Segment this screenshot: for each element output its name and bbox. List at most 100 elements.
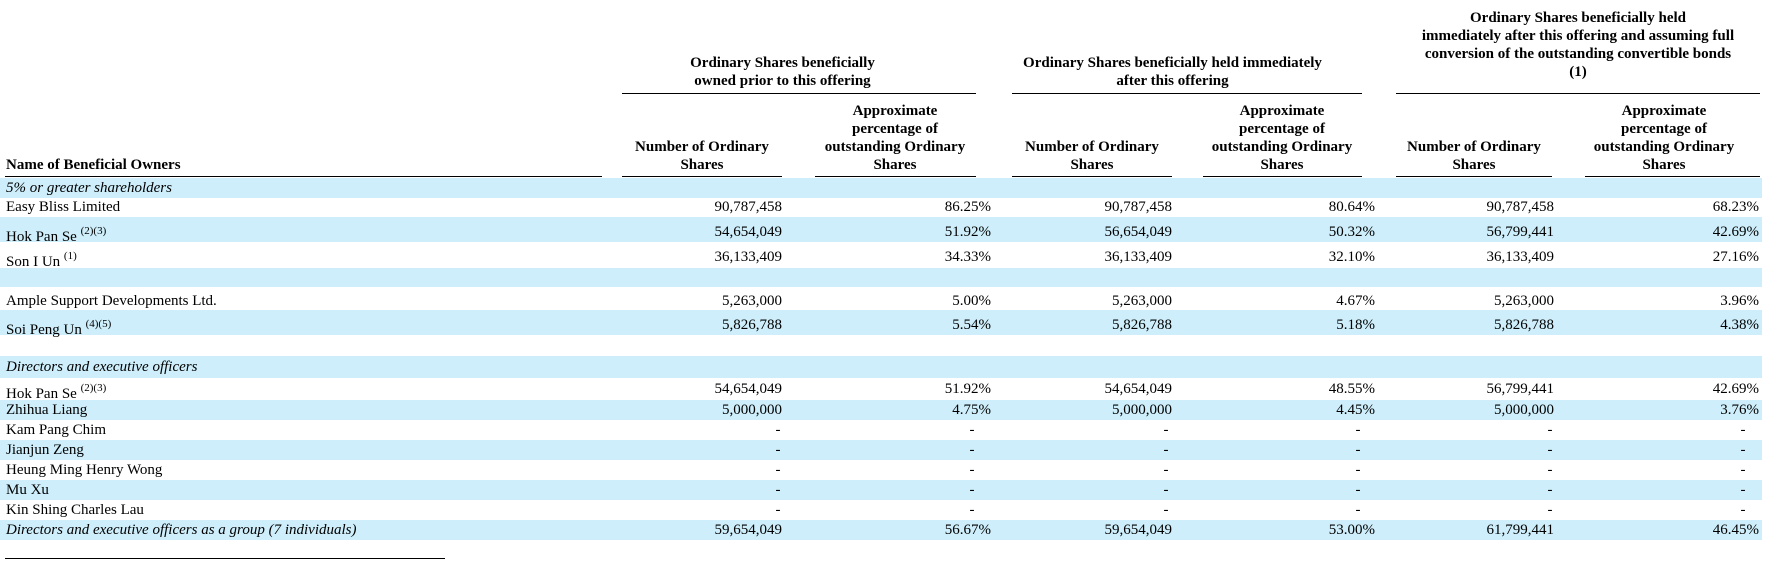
- percentage-cell: -: [969, 422, 975, 438]
- number-header-rule-2: [1012, 176, 1172, 177]
- percent-header-line: outstanding Ordinary: [1593, 139, 1735, 155]
- percent-header-line: percentage of: [1239, 121, 1325, 137]
- number-header-1: Number of Ordinary Shares: [612, 138, 792, 174]
- owner-name: Easy Bliss Limited: [6, 198, 120, 216]
- owner-name-text: Soi Peng Un: [6, 322, 82, 338]
- percent-header-line: Shares: [873, 157, 917, 173]
- share-count-cell: 5,263,000: [1494, 293, 1554, 309]
- percent-header-1: Approximate percentage of outstanding Ordi…: [805, 102, 985, 174]
- percentage-cell: -: [1355, 502, 1361, 518]
- owner-name: Hok Pan Se (2)(3): [6, 223, 106, 246]
- row-band: [0, 356, 1762, 378]
- owner-name-text: 5% or greater shareholders: [6, 180, 172, 196]
- percent-header-3: Approximate percentage of outstanding Ordi…: [1574, 102, 1754, 174]
- section-heading: 5% or greater shareholders: [6, 179, 172, 197]
- percentage-cell: -: [969, 482, 975, 498]
- share-count-cell: 59,654,049: [714, 522, 783, 538]
- share-count-cell: -: [1547, 422, 1553, 438]
- share-count-cell: -: [1547, 462, 1553, 478]
- group-title-line: Ordinary Shares beneficially: [690, 55, 875, 71]
- share-count-cell: 59,654,049: [1104, 522, 1173, 538]
- share-count-cell: -: [775, 482, 781, 498]
- percentage-cell: -: [1355, 482, 1361, 498]
- name-column-rule: [5, 176, 602, 177]
- percentage-cell: -: [1355, 422, 1361, 438]
- share-count-cell: -: [1163, 442, 1169, 458]
- percentage-cell: 56.67%: [944, 522, 991, 538]
- percent-header-line: percentage of: [852, 121, 938, 137]
- share-count-cell: 36,133,409: [714, 249, 783, 265]
- share-count-cell: 5,000,000: [1494, 402, 1554, 418]
- group-title-line: conversion of the outstanding convertibl…: [1424, 46, 1732, 62]
- group-rule-3: [1396, 93, 1760, 94]
- percentage-cell: 5.00%: [952, 293, 991, 309]
- percent-header-line: percentage of: [1621, 121, 1707, 137]
- share-count-cell: 5,263,000: [722, 293, 782, 309]
- percentage-cell: -: [1355, 442, 1361, 458]
- number-header-rule-1: [622, 176, 782, 177]
- owner-name: Zhihua Liang: [6, 401, 87, 419]
- share-count-cell: -: [775, 502, 781, 518]
- percent-header-line: Approximate: [1621, 103, 1707, 119]
- owner-name: Kam Pang Chim: [6, 421, 106, 439]
- share-count-cell: 54,654,049: [1104, 381, 1173, 397]
- percentage-cell: 80.64%: [1328, 199, 1375, 215]
- row-band: [0, 480, 1762, 500]
- share-count-cell: -: [1163, 422, 1169, 438]
- share-count-cell: -: [1547, 442, 1553, 458]
- footnote-reference: (2)(3): [80, 225, 107, 237]
- owner-name-text: Mu Xu: [6, 482, 49, 498]
- percentage-cell: 34.33%: [944, 249, 991, 265]
- percent-header-line: Approximate: [852, 103, 938, 119]
- number-header-3: Number of Ordinary Shares: [1384, 138, 1564, 174]
- owner-name-text: Hok Pan Se: [6, 229, 77, 245]
- number-header-line: Number of Ordinary: [1407, 139, 1541, 155]
- number-header-rule-3: [1396, 176, 1552, 177]
- percentage-cell: -: [1740, 482, 1746, 498]
- share-count-cell: -: [1163, 482, 1169, 498]
- percentage-cell: 32.10%: [1328, 249, 1375, 265]
- footnote-rule: [5, 558, 445, 559]
- group-title-line: Ordinary Shares beneficially held: [1470, 10, 1686, 26]
- number-header-2: Number of Ordinary Shares: [1002, 138, 1182, 174]
- share-count-cell: -: [775, 462, 781, 478]
- name-column-header: Name of Beneficial Owners: [6, 157, 181, 173]
- row-band: [0, 178, 1762, 198]
- share-count-cell: 90,787,458: [714, 199, 783, 215]
- group-title-line: immediately after this offering and assu…: [1421, 28, 1735, 44]
- percent-header-line: Shares: [1642, 157, 1686, 173]
- share-count-cell: -: [775, 442, 781, 458]
- footnote-reference: (4)(5): [85, 318, 112, 330]
- percentage-cell: 27.16%: [1712, 249, 1759, 265]
- percentage-cell: 51.92%: [944, 224, 991, 240]
- share-count-cell: 5,826,788: [1494, 317, 1554, 333]
- share-count-cell: 54,654,049: [714, 381, 783, 397]
- percentage-cell: 53.00%: [1328, 522, 1375, 538]
- owner-name: Heung Ming Henry Wong: [6, 461, 162, 479]
- share-count-cell: 61,799,441: [1486, 522, 1555, 538]
- owner-name-text: Jianjun Zeng: [6, 442, 84, 458]
- group-title-2: Ordinary Shares beneficially held immedi…: [1010, 54, 1335, 90]
- number-header-line: Number of Ordinary: [1025, 139, 1159, 155]
- footnote-reference: (1): [63, 250, 77, 262]
- owner-name-text: Ample Support Developments Ltd.: [6, 293, 217, 309]
- share-count-cell: 5,263,000: [1112, 293, 1172, 309]
- percentage-cell: -: [1740, 502, 1746, 518]
- percentage-cell: -: [969, 462, 975, 478]
- share-count-cell: -: [775, 422, 781, 438]
- owner-name-text: Directors and executive officers as a gr…: [6, 522, 357, 538]
- percentage-cell: 68.23%: [1712, 199, 1759, 215]
- owner-name: Kin Shing Charles Lau: [6, 501, 144, 519]
- percentage-cell: 50.32%: [1328, 224, 1375, 240]
- owner-name: Soi Peng Un (4)(5): [6, 316, 111, 339]
- percentage-cell: 4.67%: [1336, 293, 1375, 309]
- share-count-cell: -: [1163, 462, 1169, 478]
- footnote-reference: (2)(3): [80, 382, 107, 394]
- share-count-cell: 5,826,788: [722, 317, 782, 333]
- owner-name: Jianjun Zeng: [6, 441, 84, 459]
- share-count-cell: 56,654,049: [1104, 224, 1173, 240]
- percent-header-line: outstanding Ordinary: [1211, 139, 1353, 155]
- share-count-cell: 36,133,409: [1486, 249, 1555, 265]
- percentage-cell: 4.38%: [1720, 317, 1759, 333]
- share-count-cell: 90,787,458: [1486, 199, 1555, 215]
